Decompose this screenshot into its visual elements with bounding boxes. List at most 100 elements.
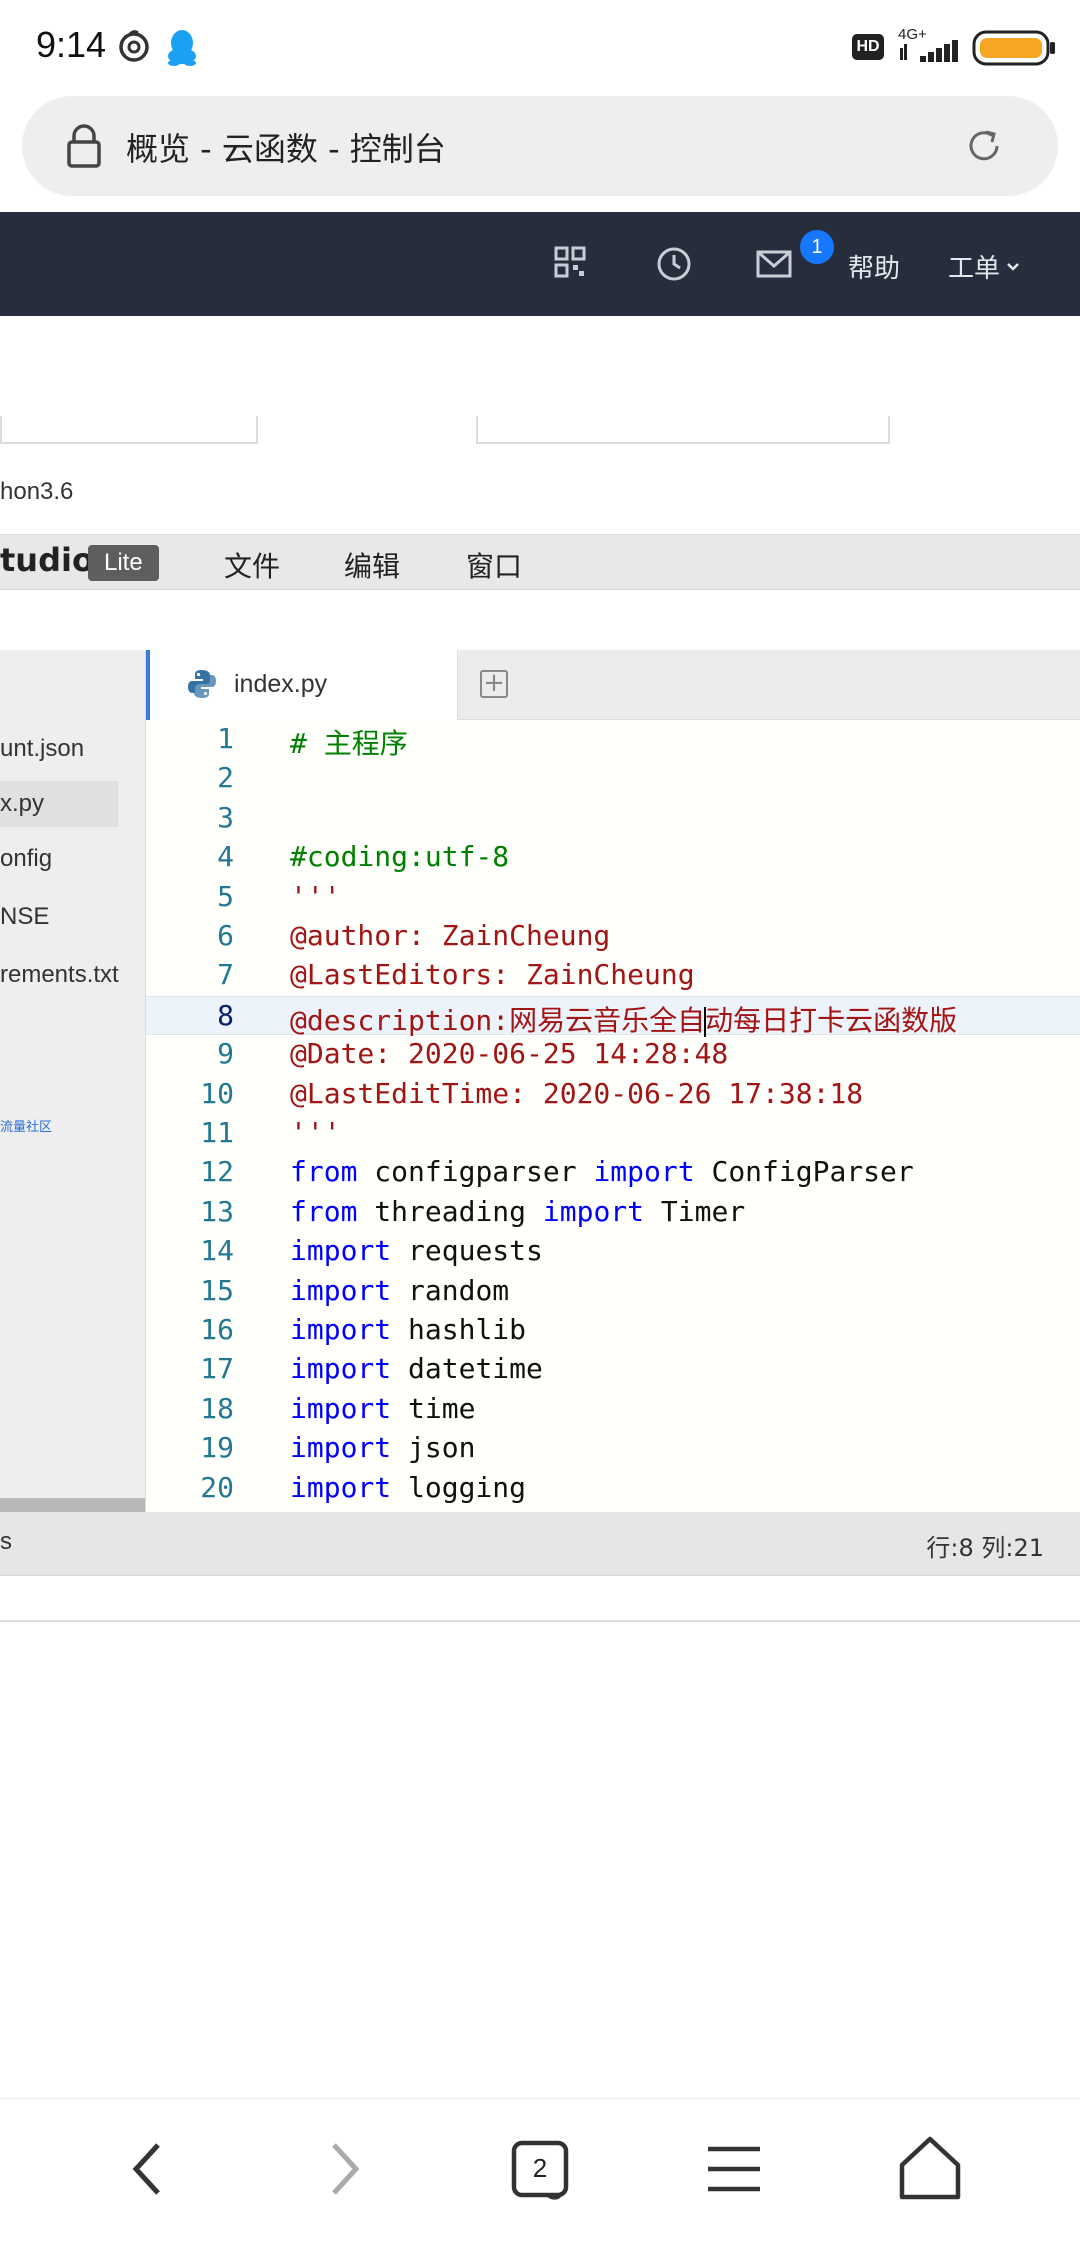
code-line[interactable]: 7 @LastEditors: ZainCheung [146, 956, 1080, 995]
line-number: 2 [217, 761, 234, 795]
line-code: import json [290, 1431, 475, 1464]
back-arrow-icon[interactable] [108, 2129, 188, 2209]
help-link[interactable]: 帮助 [848, 248, 900, 285]
code-line[interactable]: 13 from threading import Timer [146, 1193, 1080, 1232]
code-token-keyword: import [593, 1155, 695, 1189]
code-line[interactable]: 12 from configparser import ConfigParser [146, 1153, 1080, 1192]
menu-icon[interactable] [694, 2129, 774, 2209]
status-left-text: s [0, 1528, 12, 1555]
toolbar-spacer [0, 590, 1080, 650]
forward-arrow-icon[interactable] [304, 2129, 384, 2209]
code-line[interactable]: 3 [146, 799, 1080, 838]
code-line[interactable]: 2 [146, 759, 1080, 798]
add-tab-button[interactable]: + [480, 670, 508, 698]
studio-brand: tudio [0, 541, 94, 579]
config-field-right[interactable] [476, 416, 890, 444]
mail-icon[interactable] [756, 250, 792, 278]
sidebar-scrollbar[interactable] [0, 1498, 145, 1512]
code-token-string: ''' [290, 1116, 341, 1149]
history-clock-icon[interactable] [656, 246, 692, 282]
code-line[interactable]: 9 @Date: 2020-06-25 14:28:48 [146, 1035, 1080, 1074]
line-code: ''' [290, 880, 341, 913]
code-token-keyword: import [290, 1234, 392, 1268]
line-number: 7 [217, 958, 234, 992]
divider [0, 1620, 1080, 1622]
code-token-keyword: from [290, 1194, 358, 1228]
code-line[interactable]: 15 import random [146, 1272, 1080, 1311]
code-token-string: @LastEditors: ZainCheung [290, 958, 695, 992]
hd-badge: HD [852, 34, 884, 60]
lock-icon [67, 124, 101, 168]
code-line[interactable]: 1 # 主程序 [146, 720, 1080, 760]
line-number: 5 [217, 879, 234, 913]
code-line[interactable]: 6 @author: ZainCheung [146, 917, 1080, 956]
code-token-keyword: import [290, 1470, 392, 1504]
config-field-left[interactable] [0, 416, 258, 444]
code-token-keyword: from [290, 1155, 358, 1189]
line-code: import time [290, 1392, 475, 1425]
file-item[interactable]: rements.txt [0, 952, 145, 998]
community-link[interactable]: 流量社区 [0, 1116, 52, 1135]
studio-menu-bar: tudio Lite 文件 编辑 窗口 [0, 534, 1080, 590]
code-token-plain: requests [391, 1234, 543, 1268]
console-top-nav: 1 帮助 工单 [0, 212, 1080, 316]
code-line[interactable]: 5 ''' [146, 878, 1080, 917]
menu-edit[interactable]: 编辑 [344, 545, 400, 585]
code-token-keyword: import [290, 1352, 392, 1386]
line-code: import requests [290, 1234, 543, 1267]
tab-index-py[interactable]: index.py [146, 650, 458, 720]
code-line[interactable]: 20 import logging [146, 1469, 1080, 1508]
file-explorer: unt.json x.py onfig NSE rements.txt 流量社区 [0, 650, 146, 1512]
code-editor[interactable]: 1 # 主程序 2 3 4 #coding:utf-8 5 ''' 6 @author: Zain… [146, 720, 1080, 1512]
code-line[interactable]: 19 import json [146, 1429, 1080, 1468]
line-number: 10 [200, 1076, 234, 1110]
code-token-plain: Timer [644, 1194, 746, 1228]
code-line[interactable]: 17 import datetime [146, 1350, 1080, 1389]
address-bar[interactable]: 概览 - 云函数 - 控制台 [22, 96, 1058, 196]
code-line[interactable]: 18 import time [146, 1390, 1080, 1429]
file-item[interactable]: NSE [0, 894, 145, 940]
line-number: 20 [200, 1470, 234, 1504]
home-icon[interactable] [890, 2129, 970, 2209]
line-number: 11 [200, 1116, 234, 1149]
line-number: 9 [217, 1037, 234, 1071]
line-number: 6 [217, 919, 234, 952]
menu-file[interactable]: 文件 [224, 545, 280, 585]
code-token-plain: time [391, 1391, 476, 1425]
line-number: 14 [200, 1234, 234, 1268]
reload-icon[interactable] [964, 126, 1004, 166]
code-line[interactable]: 16 import hashlib [146, 1311, 1080, 1350]
qr-code-icon[interactable] [554, 246, 586, 278]
code-token-plain: datetime [391, 1352, 543, 1386]
tab-label: index.py [234, 670, 328, 698]
code-line[interactable]: 11 ''' [146, 1114, 1080, 1153]
code-token-string: @LastEditTime: 2020-06-26 17:38:18 [290, 1076, 864, 1110]
code-token-comment: # 主程序 [290, 727, 408, 760]
code-token-keyword: import [290, 1431, 392, 1465]
line-code: #coding:utf-8 [290, 840, 509, 873]
code-token-string: @author: ZainCheung [290, 919, 611, 952]
code-token-plain: threading [357, 1194, 543, 1228]
code-line-current[interactable]: 8 @description:网易云音乐全自动每日打卡云函数版 [146, 995, 1080, 1037]
mail-badge: 1 [800, 230, 834, 264]
code-line[interactable]: 4 #coding:utf-8 [146, 838, 1080, 877]
menu-window[interactable]: 窗口 [466, 545, 522, 585]
line-code: @description:网易云音乐全自动每日打卡云函数版 [290, 999, 957, 1039]
file-item-active[interactable]: x.py [0, 781, 118, 827]
file-item[interactable]: onfig [0, 836, 145, 882]
code-line[interactable]: 10 @LastEditTime: 2020-06-26 17:38:18 [146, 1075, 1080, 1114]
code-line[interactable]: 14 import requests [146, 1232, 1080, 1271]
qq-icon [168, 30, 196, 66]
code-token-keyword: import [290, 1391, 392, 1425]
tab-count: 2 [532, 2153, 548, 2183]
function-config-area: hon3.6 [0, 316, 1080, 534]
line-code: @Date: 2020-06-25 14:28:48 [290, 1037, 728, 1070]
ticket-menu[interactable]: 工单 [948, 248, 1000, 285]
line-code: @LastEditors: ZainCheung [290, 958, 695, 991]
line-number: 19 [200, 1431, 234, 1465]
file-item[interactable]: unt.json [0, 726, 145, 772]
code-token-keyword: import [542, 1194, 645, 1228]
page-title: 概览 - 云函数 - 控制台 [126, 130, 446, 168]
line-number: 8 [217, 998, 234, 1032]
line-number: 16 [200, 1313, 234, 1346]
